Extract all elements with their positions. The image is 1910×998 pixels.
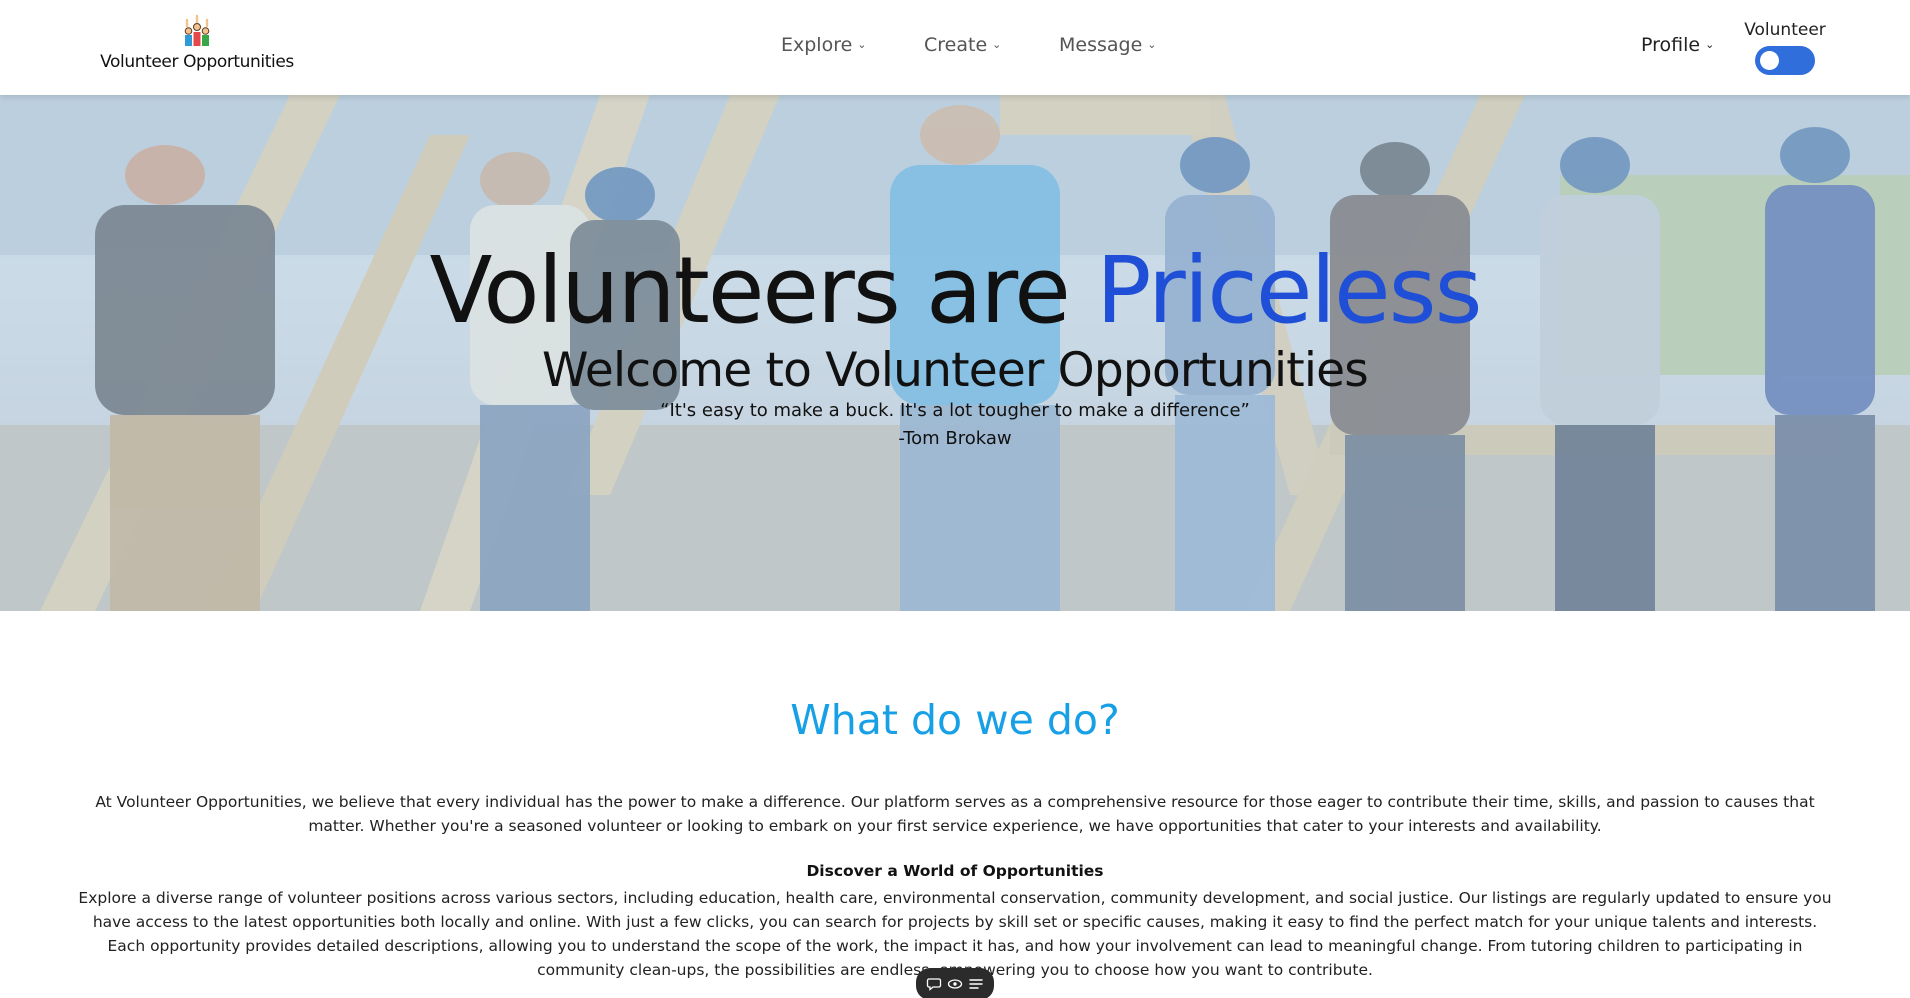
nav-create-label: Create xyxy=(924,34,988,56)
volunteer-toggle-label: Volunteer xyxy=(1744,20,1826,40)
list-icon[interactable] xyxy=(968,976,984,992)
nav-explore-label: Explore xyxy=(781,34,853,56)
nav-profile-label: Profile xyxy=(1641,34,1701,56)
brand-home-link[interactable]: Volunteer Opportunities xyxy=(92,14,302,72)
chevron-down-icon: ⌄ xyxy=(1147,38,1157,51)
hero-title-accent: Priceless xyxy=(1096,237,1482,344)
volunteer-mode-toggle-group: Volunteer xyxy=(1740,20,1830,75)
nav-message-label: Message xyxy=(1059,34,1143,56)
brand-name: Volunteer Opportunities xyxy=(100,52,294,72)
floating-toolbar xyxy=(916,968,994,998)
discover-heading: Discover a World of Opportunities xyxy=(806,862,1104,880)
section-title: What do we do? xyxy=(790,696,1120,744)
volunteers-group-icon xyxy=(184,14,210,46)
top-navbar: Volunteer Opportunities Explore ⌄ Create ⌄… xyxy=(0,0,1910,95)
comment-icon[interactable] xyxy=(926,976,942,992)
hero-quote-author: -Tom Brokaw xyxy=(898,428,1012,449)
hero-quote: “It's easy to make a buck. It's a lot to… xyxy=(660,400,1250,421)
nav-message[interactable]: Message ⌄ xyxy=(1059,34,1157,56)
nav-explore[interactable]: Explore ⌄ xyxy=(781,34,867,56)
chevron-down-icon: ⌄ xyxy=(992,38,1002,51)
volunteer-mode-toggle[interactable] xyxy=(1755,46,1815,75)
hero-subtitle: Welcome to Volunteer Opportunities xyxy=(542,343,1369,398)
toggle-knob xyxy=(1760,51,1779,70)
intro-paragraph: At Volunteer Opportunities, we believe t… xyxy=(95,793,1815,835)
chevron-down-icon: ⌄ xyxy=(1705,38,1715,51)
eye-icon[interactable] xyxy=(947,976,963,992)
hero-banner: Volunteers are Priceless Welcome to Volu… xyxy=(0,95,1910,611)
nav-profile[interactable]: Profile ⌄ xyxy=(1641,34,1714,56)
nav-create[interactable]: Create ⌄ xyxy=(924,34,1001,56)
hero-title: Volunteers are Priceless xyxy=(0,245,1910,337)
hero-title-prefix: Volunteers are xyxy=(429,237,1097,344)
chevron-down-icon: ⌄ xyxy=(857,38,867,51)
